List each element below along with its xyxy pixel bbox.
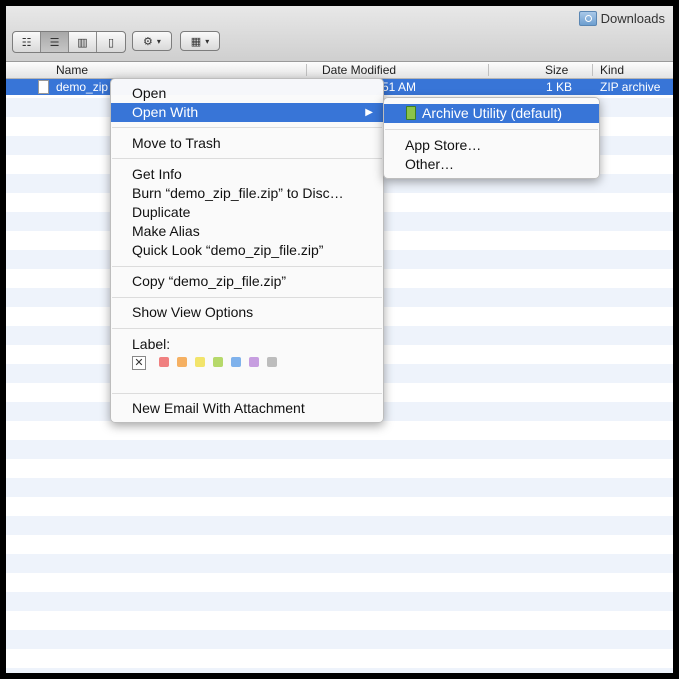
menu-item-open[interactable]: Open: [111, 84, 383, 103]
column-header-date-modified[interactable]: Date Modified: [322, 63, 396, 78]
label-none-button[interactable]: ✕: [132, 356, 146, 370]
menu-item-copy[interactable]: Copy “demo_zip_file.zip”: [111, 272, 383, 291]
label-gray-swatch[interactable]: [267, 357, 277, 367]
column-view-button[interactable]: ▥: [69, 32, 97, 52]
coverflow-view-button[interactable]: ▯: [97, 32, 125, 52]
chevron-down-icon: ▾: [205, 36, 210, 46]
icon-view-button[interactable]: ☷: [13, 32, 41, 52]
submenu-arrow-icon: ▶: [365, 107, 373, 118]
toolbar: Downloads ☷ ☰ ▥ ▯ ⚙ ▾ ▦ ▾: [6, 6, 673, 62]
list-header: Name Date Modified Size Kind: [6, 62, 673, 79]
list-view-button[interactable]: ☰: [41, 32, 69, 52]
menu-separator: [112, 158, 382, 159]
menu-item-archive-utility[interactable]: Archive Utility (default): [384, 104, 599, 123]
menu-item-quick-look[interactable]: Quick Look “demo_zip_file.zip”: [111, 241, 383, 260]
menu-item-burn[interactable]: Burn “demo_zip_file.zip” to Disc…: [111, 184, 383, 203]
menu-item-other[interactable]: Other…: [384, 155, 599, 174]
column-header-kind[interactable]: Kind: [600, 63, 624, 78]
file-size: 1 KB: [546, 80, 573, 94]
gear-icon: ⚙: [143, 35, 153, 48]
action-menu-button[interactable]: ⚙ ▾: [132, 31, 172, 51]
menu-separator: [112, 297, 382, 298]
view-mode-control: ☷ ☰ ▥ ▯: [12, 31, 126, 53]
file-date-modified: 51 AM: [382, 80, 417, 94]
file-kind: ZIP archive: [600, 80, 661, 94]
menu-item-get-info[interactable]: Get Info: [111, 165, 383, 184]
window-title-text: Downloads: [600, 11, 665, 26]
menu-item-duplicate[interactable]: Duplicate: [111, 203, 383, 222]
menu-separator: [112, 127, 382, 128]
arrange-menu-button[interactable]: ▦ ▾: [180, 31, 220, 51]
chevron-down-icon: ▾: [156, 36, 161, 46]
menu-item-archive-utility-label: Archive Utility (default): [422, 105, 563, 121]
column-header-size[interactable]: Size: [545, 63, 568, 78]
folder-icon: [578, 11, 597, 26]
label-orange-swatch[interactable]: [177, 357, 187, 367]
menu-label-heading: Label:: [132, 336, 171, 352]
column-header-name[interactable]: Name: [56, 63, 88, 78]
label-purple-swatch[interactable]: [249, 357, 259, 367]
menu-separator: [385, 129, 598, 130]
label-yellow-swatch[interactable]: [195, 357, 205, 367]
column-divider: [488, 64, 489, 76]
label-blue-swatch[interactable]: [231, 357, 241, 367]
label-green-swatch[interactable]: [213, 357, 223, 367]
label-red-swatch[interactable]: [159, 357, 169, 367]
menu-separator: [112, 393, 382, 394]
menu-separator: [112, 328, 382, 329]
menu-item-make-alias[interactable]: Make Alias: [111, 222, 383, 241]
open-with-submenu: Archive Utility (default) App Store… Oth…: [383, 97, 600, 179]
file-name: demo_zip: [56, 80, 109, 94]
column-divider: [306, 64, 307, 76]
menu-item-open-with[interactable]: Open With ▶: [111, 103, 383, 122]
column-divider: [592, 64, 593, 76]
context-menu: Open Open With ▶ Move to Trash Get Info …: [110, 78, 384, 423]
menu-item-new-email[interactable]: New Email With Attachment: [111, 399, 383, 418]
archive-utility-icon: [406, 106, 416, 120]
menu-item-show-view-options[interactable]: Show View Options: [111, 303, 383, 322]
menu-item-app-store[interactable]: App Store…: [384, 136, 599, 155]
menu-item-move-to-trash[interactable]: Move to Trash: [111, 134, 383, 153]
menu-item-open-with-label: Open With: [132, 104, 199, 120]
arrange-icon: ▦: [190, 35, 202, 48]
zip-file-icon: [38, 80, 49, 94]
menu-separator: [112, 266, 382, 267]
window-title: Downloads: [578, 11, 665, 26]
